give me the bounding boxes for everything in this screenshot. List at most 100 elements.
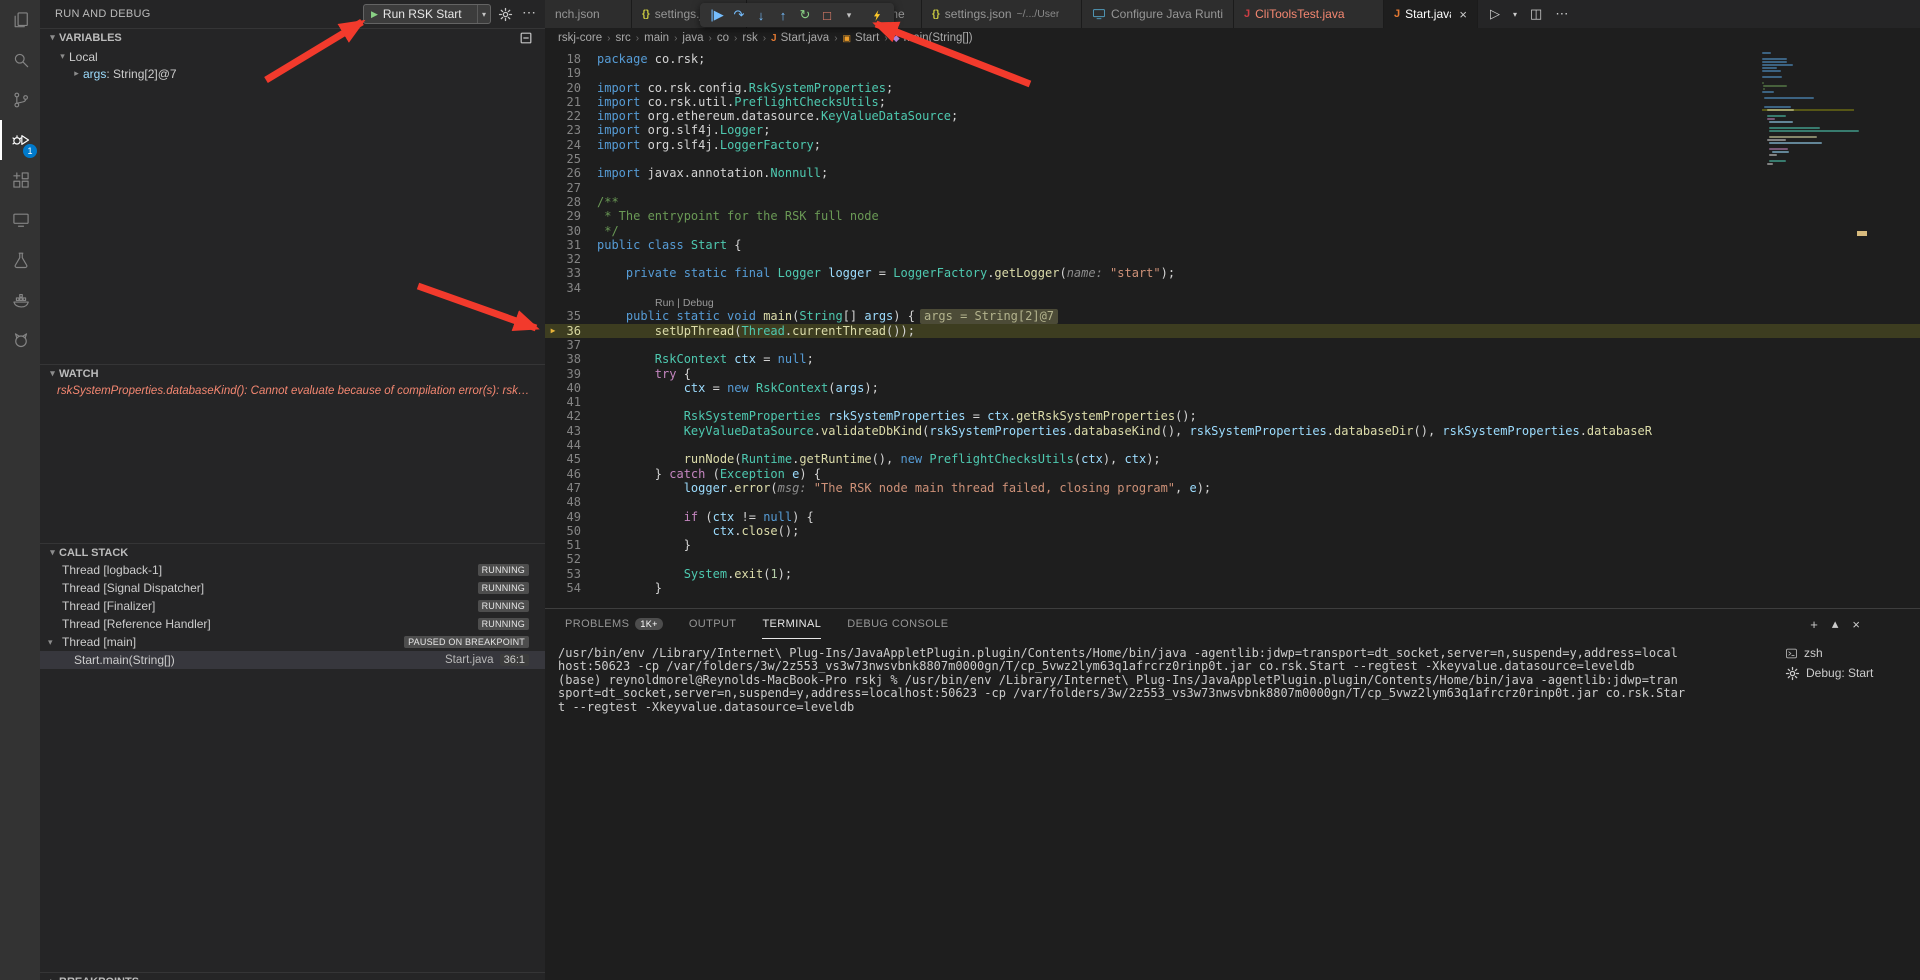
activity-testing[interactable] xyxy=(0,240,40,280)
step-out-icon[interactable]: ↑ xyxy=(773,5,793,25)
breakpoint-gutter[interactable] xyxy=(545,567,561,581)
breakpoint-gutter[interactable] xyxy=(545,123,561,137)
hot-code-replace-icon[interactable] xyxy=(867,5,887,25)
more-actions-icon[interactable]: ⋯ xyxy=(522,4,536,21)
watch-expression[interactable]: rskSystemProperties.databaseKind(): Cann… xyxy=(40,382,545,399)
breadcrumb-item[interactable]: java xyxy=(682,32,703,44)
continue-icon[interactable]: |▶ xyxy=(707,5,727,25)
activity-docker[interactable] xyxy=(0,280,40,320)
codelens-run-debug[interactable]: Run | Debug xyxy=(597,297,714,309)
breakpoint-gutter[interactable] xyxy=(545,438,561,452)
run-dropdown-chevron-icon[interactable]: ▾ xyxy=(1513,10,1517,19)
breakpoint-gutter[interactable] xyxy=(545,138,561,152)
activity-search[interactable] xyxy=(0,40,40,80)
breakpoint-gutter[interactable]: ▶ xyxy=(545,324,561,338)
breakpoint-gutter[interactable] xyxy=(545,309,561,323)
terminal-output[interactable]: /usr/bin/env /Library/Internet\ Plug-Ins… xyxy=(558,647,1770,714)
breakpoint-gutter[interactable] xyxy=(545,495,561,509)
tab-clitoolstest-java[interactable]: JCliToolsTest.java xyxy=(1234,0,1384,28)
breakpoint-gutter[interactable] xyxy=(545,367,561,381)
minimap[interactable] xyxy=(1762,52,1854,166)
breadcrumb-item[interactable]: co xyxy=(717,32,729,44)
restart-icon[interactable]: ↻ xyxy=(795,5,815,25)
breakpoint-gutter[interactable] xyxy=(545,524,561,538)
breadcrumb-item[interactable]: rsk xyxy=(742,32,757,44)
run-file-button[interactable]: ▷ xyxy=(1490,6,1500,22)
breakpoint-gutter[interactable] xyxy=(545,95,561,109)
close-panel-button[interactable]: × xyxy=(1852,617,1860,632)
breakpoint-gutter[interactable] xyxy=(545,395,561,409)
new-terminal-button[interactable]: + xyxy=(1810,617,1818,632)
variable-args[interactable]: ▸ args: String[2]@7 xyxy=(40,65,545,82)
tab-settings-json[interactable]: {}settings.json~/.../User xyxy=(922,0,1082,28)
activity-extensions[interactable] xyxy=(0,160,40,200)
breakpoint-gutter[interactable] xyxy=(545,52,561,66)
run-config-dropdown[interactable]: ▶ Run RSK Start ▾ xyxy=(363,4,491,24)
breakpoint-gutter[interactable] xyxy=(545,66,561,80)
breakpoint-gutter[interactable] xyxy=(545,109,561,123)
breakpoints-section-header[interactable]: ▸ BREAKPOINTS xyxy=(40,972,545,980)
watch-section-header[interactable]: ▾ WATCH xyxy=(40,364,545,382)
breakpoint-gutter[interactable] xyxy=(545,338,561,352)
gear-icon[interactable] xyxy=(498,7,513,22)
breakpoint-gutter[interactable] xyxy=(545,266,561,280)
activity-gitlens[interactable] xyxy=(0,320,40,360)
breakpoint-gutter[interactable] xyxy=(545,467,561,481)
breakpoint-gutter[interactable] xyxy=(545,238,561,252)
breakpoint-gutter[interactable] xyxy=(545,81,561,95)
breadcrumb-item[interactable]: main xyxy=(644,32,669,44)
breakpoint-gutter[interactable] xyxy=(545,252,561,266)
panel-tab-problems[interactable]: PROBLEMS1K+ xyxy=(565,609,663,639)
activity-remote-explorer[interactable] xyxy=(0,200,40,240)
breakpoint-gutter[interactable] xyxy=(545,452,561,466)
breakpoint-gutter[interactable] xyxy=(545,209,561,223)
call-stack-section-header[interactable]: ▾ CALL STACK xyxy=(40,543,545,561)
panel-tab-terminal[interactable]: TERMINAL xyxy=(762,609,821,639)
chevron-down-icon[interactable]: ▾ xyxy=(477,5,490,23)
tab-nch-json[interactable]: nch.json xyxy=(545,0,632,28)
breakpoint-gutter[interactable] xyxy=(545,381,561,395)
call-stack-thread-row[interactable]: Thread [Signal Dispatcher]RUNNING xyxy=(40,579,545,597)
breakpoint-gutter[interactable] xyxy=(545,224,561,238)
call-stack-thread-row[interactable]: Thread [Finalizer]RUNNING xyxy=(40,597,545,615)
breakpoint-gutter[interactable] xyxy=(545,409,561,423)
breakpoint-gutter[interactable] xyxy=(545,581,561,595)
breakpoint-gutter[interactable] xyxy=(545,552,561,566)
breakpoint-gutter[interactable] xyxy=(545,181,561,195)
call-stack-thread-row[interactable]: Thread [Reference Handler]RUNNING xyxy=(40,615,545,633)
variables-section-header[interactable]: ▾ VARIABLES xyxy=(40,28,545,46)
step-into-icon[interactable]: ↓ xyxy=(751,5,771,25)
split-editor-button[interactable]: ◫ xyxy=(1530,6,1542,22)
breakpoint-gutter[interactable] xyxy=(545,281,561,295)
activity-source-control[interactable] xyxy=(0,80,40,120)
breadcrumb-item[interactable]: JStart.java xyxy=(771,32,829,44)
code-area[interactable]: 18package co.rsk;1920import co.rsk.confi… xyxy=(545,52,1920,595)
panel-tab-output[interactable]: OUTPUT xyxy=(689,609,737,639)
breakpoint-gutter[interactable] xyxy=(545,152,561,166)
breakpoint-gutter[interactable] xyxy=(545,538,561,552)
scope-local[interactable]: ▾ Local xyxy=(40,48,545,65)
breadcrumb-item[interactable]: rskj-core xyxy=(558,32,602,44)
code-editor[interactable]: 18package co.rsk;1920import co.rsk.confi… xyxy=(545,48,1920,608)
call-stack-thread-row[interactable]: ▾Thread [main]PAUSED ON BREAKPOINT xyxy=(40,633,545,651)
chevron-down-icon[interactable]: ▾ xyxy=(839,5,859,25)
panel-tab-debug-console[interactable]: DEBUG CONSOLE xyxy=(847,609,948,639)
editor-more-actions-button[interactable]: ⋯ xyxy=(1555,6,1568,22)
stack-frame-row[interactable]: Start.main(String[])Start.java36:1 xyxy=(40,651,545,669)
maximize-panel-button[interactable]: ▴ xyxy=(1832,616,1839,632)
activity-explorer[interactable] xyxy=(0,0,40,40)
breakpoint-gutter[interactable] xyxy=(545,166,561,180)
breakpoint-gutter[interactable] xyxy=(545,352,561,366)
breadcrumb-item[interactable]: ◆main(String[]) xyxy=(893,32,973,44)
breakpoint-gutter[interactable] xyxy=(545,195,561,209)
breakpoint-gutter[interactable] xyxy=(545,481,561,495)
breadcrumb-item[interactable]: ▣Start xyxy=(843,32,880,44)
tab-start-java[interactable]: JStart.java× xyxy=(1384,0,1478,28)
breakpoint-gutter[interactable] xyxy=(545,424,561,438)
terminal-list-item[interactable]: zsh xyxy=(1775,643,1920,663)
breakpoint-gutter[interactable] xyxy=(545,510,561,524)
call-stack-thread-row[interactable]: Thread [logback-1]RUNNING xyxy=(40,561,545,579)
breadcrumb-item[interactable]: src xyxy=(615,32,630,44)
breakpoint-gutter[interactable] xyxy=(545,295,561,309)
step-over-icon[interactable]: ↷ xyxy=(729,5,749,25)
